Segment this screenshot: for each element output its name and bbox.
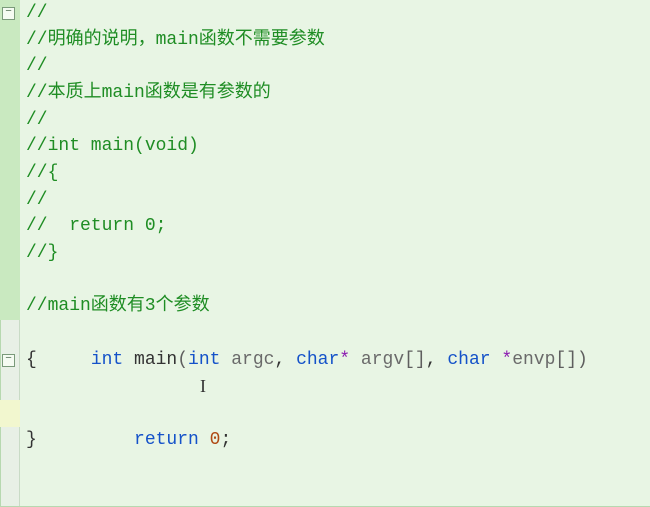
brace-open-line: { — [26, 350, 37, 370]
comma: , — [426, 350, 448, 370]
param-argv: argv — [350, 350, 404, 370]
function-signature-line: int main(int argc, char* argv[], char *e… — [20, 320, 650, 347]
comment-line: //明确的说明，main函数不需要参数 — [26, 30, 325, 50]
keyword-char: char — [447, 350, 490, 370]
keyword-int: int — [91, 350, 123, 370]
keyword-int: int — [188, 350, 220, 370]
comment-line: // return 0; — [26, 216, 166, 236]
text-caret-icon — [200, 377, 210, 395]
comment-line: //main函数有3个参数 — [26, 296, 210, 316]
brackets: [] — [555, 350, 577, 370]
semicolon: ; — [220, 430, 231, 450]
paren-open: ( — [177, 350, 188, 370]
indent — [91, 430, 134, 450]
paren-close: ) — [577, 350, 588, 370]
space — [199, 430, 210, 450]
fold-toggle-icon[interactable] — [2, 354, 15, 367]
space — [491, 350, 502, 370]
brace-close-line: } — [26, 430, 37, 450]
comma: , — [274, 350, 296, 370]
comment-line: //} — [26, 243, 58, 263]
comment-line: // — [26, 110, 48, 130]
comment-line: // — [26, 190, 48, 210]
return-line: return 0; — [20, 400, 650, 427]
pointer-op: * — [339, 350, 350, 370]
comment-line: //int main(void) — [26, 136, 199, 156]
keyword-char: char — [296, 350, 339, 370]
comment-line: //本质上main函数是有参数的 — [26, 83, 271, 103]
pointer-op: * — [501, 350, 512, 370]
comment-line: // — [26, 56, 48, 76]
code-area[interactable]: // //明确的说明，main函数不需要参数 // //本质上main函数是有参… — [20, 0, 650, 506]
comment-line: // — [26, 3, 48, 23]
param-argc: argc — [220, 350, 274, 370]
code-editor[interactable]: // //明确的说明，main函数不需要参数 // //本质上main函数是有参… — [0, 0, 650, 507]
param-envp: envp — [512, 350, 555, 370]
number-zero: 0 — [210, 430, 221, 450]
keyword-return: return — [134, 430, 199, 450]
brackets: [] — [404, 350, 426, 370]
comment-line: //{ — [26, 163, 58, 183]
fold-toggle-icon[interactable] — [2, 7, 15, 20]
function-name: main — [123, 350, 177, 370]
